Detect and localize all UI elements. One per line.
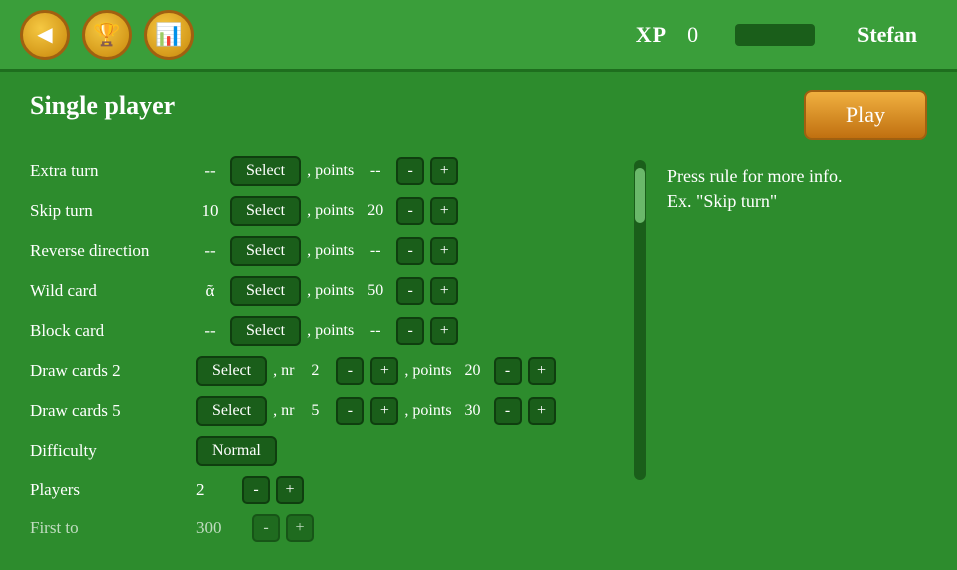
reverse-direction-label: Reverse direction (30, 241, 190, 261)
draw-cards-2-nr-label: , nr (273, 362, 294, 380)
draw-cards-5-points-value: 30 (458, 402, 488, 420)
info-panel: Press rule for more info. Ex. "Skip turn… (667, 156, 927, 552)
info-line1: Press rule for more info. (667, 166, 927, 187)
draw-cards-5-nr-value: 5 (300, 402, 330, 420)
xp-label: XP (636, 22, 667, 48)
reverse-direction-minus[interactable]: - (396, 237, 424, 265)
wild-card-plus[interactable]: + (430, 277, 458, 305)
chart-button[interactable]: 📊 (144, 10, 194, 60)
draw-cards-2-pts-minus[interactable]: - (494, 357, 522, 385)
skip-turn-points-value: 20 (360, 202, 390, 220)
draw-cards-2-label: Draw cards 2 (30, 361, 190, 381)
skip-turn-value: 10 (196, 201, 224, 221)
first-to-minus[interactable]: - (252, 514, 280, 542)
extra-turn-label: Extra turn (30, 161, 190, 181)
wild-card-row: Wild card ᾶ Select , points 50 - + (30, 276, 613, 306)
xp-bar (735, 24, 815, 46)
draw-cards-5-row: Draw cards 5 Select , nr 5 - + , points … (30, 396, 613, 426)
skip-turn-label: Skip turn (30, 201, 190, 221)
wild-card-points-value: 50 (360, 282, 390, 300)
top-bar: ◀ 🏆 📊 XP 0 Stefan (0, 0, 957, 72)
draw-cards-5-select[interactable]: Select (196, 396, 267, 426)
extra-turn-points-value: -- (360, 162, 390, 180)
play-button[interactable]: Play (804, 90, 927, 140)
chart-icon: 📊 (155, 22, 182, 48)
page-title: Single player (30, 91, 175, 121)
xp-value: 0 (687, 22, 717, 48)
draw-cards-2-points-value: 20 (458, 362, 488, 380)
draw-cards-5-nr-minus[interactable]: - (336, 397, 364, 425)
block-card-select[interactable]: Select (230, 316, 301, 346)
draw-cards-5-pts-plus[interactable]: + (528, 397, 556, 425)
extra-turn-value: -- (196, 161, 224, 181)
block-card-value: -- (196, 321, 224, 341)
draw-cards-5-nr-label: , nr (273, 402, 294, 420)
draw-cards-2-nr-plus[interactable]: + (370, 357, 398, 385)
draw-cards-5-label: Draw cards 5 (30, 401, 190, 421)
draw-cards-2-points-label: , points (404, 362, 451, 380)
extra-turn-minus[interactable]: - (396, 157, 424, 185)
block-card-points-label: , points (307, 322, 354, 340)
skip-turn-row: Skip turn 10 Select , points 20 - + (30, 196, 613, 226)
reverse-direction-value: -- (196, 241, 224, 261)
players-plus[interactable]: + (276, 476, 304, 504)
difficulty-label: Difficulty (30, 441, 190, 461)
players-label: Players (30, 480, 190, 500)
skip-turn-minus[interactable]: - (396, 197, 424, 225)
extra-turn-points-label: , points (307, 162, 354, 180)
user-name: Stefan (857, 22, 917, 48)
first-to-row: First to 300 - + (30, 514, 613, 542)
rules-list: Extra turn -- Select , points -- - + Ski… (30, 156, 613, 552)
draw-cards-5-nr-plus[interactable]: + (370, 397, 398, 425)
info-line2: Ex. "Skip turn" (667, 191, 927, 212)
trophy-button[interactable]: 🏆 (82, 10, 132, 60)
back-icon: ◀ (37, 22, 52, 47)
block-card-plus[interactable]: + (430, 317, 458, 345)
reverse-direction-row: Reverse direction -- Select , points -- … (30, 236, 613, 266)
wild-card-minus[interactable]: - (396, 277, 424, 305)
first-to-value: 300 (196, 518, 246, 538)
wild-card-value: ᾶ (196, 281, 224, 301)
scroll-thumb[interactable] (635, 168, 645, 223)
wild-card-select[interactable]: Select (230, 276, 301, 306)
players-row: Players 2 - + (30, 476, 613, 504)
draw-cards-2-select[interactable]: Select (196, 356, 267, 386)
trophy-icon: 🏆 (93, 22, 120, 48)
reverse-direction-select[interactable]: Select (230, 236, 301, 266)
difficulty-row: Difficulty Normal (30, 436, 613, 466)
first-to-label: First to (30, 518, 190, 538)
block-card-points-value: -- (360, 322, 390, 340)
skip-turn-points-label: , points (307, 202, 354, 220)
draw-cards-5-pts-minus[interactable]: - (494, 397, 522, 425)
draw-cards-5-points-label: , points (404, 402, 451, 420)
reverse-direction-plus[interactable]: + (430, 237, 458, 265)
extra-turn-row: Extra turn -- Select , points -- - + (30, 156, 613, 186)
block-card-minus[interactable]: - (396, 317, 424, 345)
players-value: 2 (196, 480, 236, 500)
reverse-direction-points-value: -- (360, 242, 390, 260)
extra-turn-plus[interactable]: + (430, 157, 458, 185)
extra-turn-select[interactable]: Select (230, 156, 301, 186)
wild-card-points-label: , points (307, 282, 354, 300)
reverse-direction-points-label: , points (307, 242, 354, 260)
draw-cards-2-row: Draw cards 2 Select , nr 2 - + , points … (30, 356, 613, 386)
draw-cards-2-pts-plus[interactable]: + (528, 357, 556, 385)
block-card-label: Block card (30, 321, 190, 341)
block-card-row: Block card -- Select , points -- - + (30, 316, 613, 346)
back-button[interactable]: ◀ (20, 10, 70, 60)
difficulty-select[interactable]: Normal (196, 436, 277, 466)
draw-cards-2-nr-value: 2 (300, 362, 330, 380)
wild-card-label: Wild card (30, 281, 190, 301)
players-minus[interactable]: - (242, 476, 270, 504)
scrollbar[interactable] (633, 156, 647, 552)
skip-turn-plus[interactable]: + (430, 197, 458, 225)
first-to-plus[interactable]: + (286, 514, 314, 542)
draw-cards-2-nr-minus[interactable]: - (336, 357, 364, 385)
skip-turn-select[interactable]: Select (230, 196, 301, 226)
